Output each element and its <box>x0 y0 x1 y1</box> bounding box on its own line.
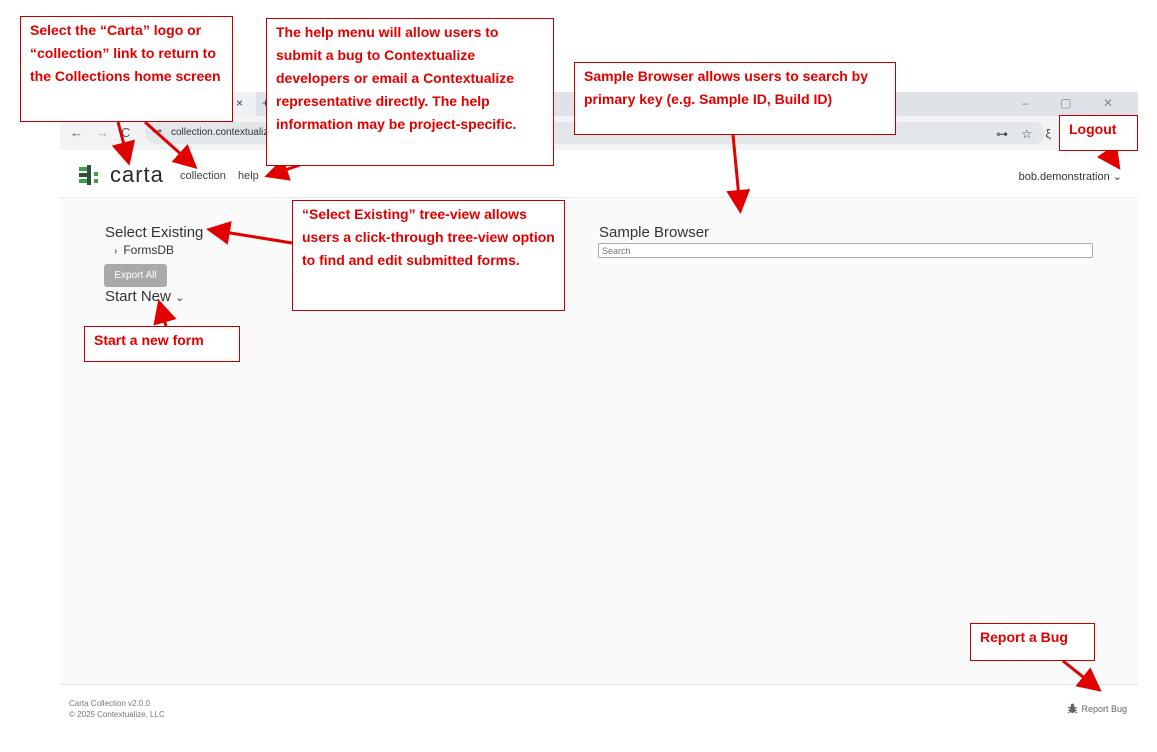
tree-item-label: FormsDB <box>123 243 175 257</box>
export-all-button[interactable]: Export All <box>104 264 167 287</box>
annotation-start-new-note: Start a new form <box>84 326 240 362</box>
url-actions: ⊶ ☆ ξ <box>996 127 1061 141</box>
version-text: Carta Collection v2.0.0 <box>69 699 150 708</box>
annotation-sample-browser-note: Sample Browser allows users to search by… <box>574 62 896 135</box>
start-new-label: Start New <box>105 288 171 305</box>
reload-icon[interactable]: C <box>121 125 130 140</box>
tab-close-icon[interactable]: × <box>236 96 243 110</box>
annotation-report-bug-note: Report a Bug <box>970 623 1095 661</box>
report-bug-label: Report Bug <box>1081 704 1127 714</box>
copyright-text: © 2025 Contextualize, LLC <box>69 710 165 719</box>
annotation-logout-note: Logout <box>1059 115 1138 151</box>
report-bug-link[interactable]: Report Bug <box>1067 703 1127 714</box>
main-content <box>60 199 1138 685</box>
window-controls[interactable]: – ▢ ✕ <box>1022 96 1127 110</box>
bug-icon <box>1068 703 1078 714</box>
extensions-icon[interactable]: ξ <box>1045 127 1050 141</box>
select-existing-title: Select Existing <box>105 224 204 241</box>
forward-icon[interactable]: → <box>96 125 109 140</box>
username-label: bob.demonstration <box>1018 171 1110 183</box>
sample-browser-title: Sample Browser <box>599 224 710 241</box>
user-menu[interactable]: bob.demonstration ⌄ <box>1019 170 1122 183</box>
footer-info: Carta Collection v2.0.0 © 2025 Contextua… <box>69 698 165 720</box>
annotation-help-note: The help menu will allow users to submit… <box>266 18 554 166</box>
chevron-right-icon: › <box>114 246 118 257</box>
site-info-icon[interactable]: ⊶ <box>152 126 162 137</box>
sample-search-input[interactable] <box>598 243 1093 258</box>
nav-help-link[interactable]: help <box>238 170 259 182</box>
back-icon[interactable]: ← <box>70 125 83 140</box>
start-new-dropdown[interactable]: Start New ⌄ <box>105 288 184 305</box>
annotation-logo-note: Select the “Carta” logo or “collection” … <box>20 16 233 122</box>
url-text[interactable]: collection.contextualiz <box>171 127 268 138</box>
tree-item-formsdb[interactable]: › FormsDB <box>114 243 174 257</box>
chevron-down-icon: ⌄ <box>175 292 185 304</box>
bookmark-star-icon[interactable]: ☆ <box>1021 127 1032 141</box>
chevron-down-icon: ⌄ <box>1112 171 1122 183</box>
logo-text[interactable]: carta <box>110 162 164 188</box>
carta-logo-icon[interactable] <box>77 162 103 188</box>
password-key-icon[interactable]: ⊶ <box>996 127 1008 141</box>
annotation-select-existing-note: “Select Existing” tree-view allows users… <box>292 200 565 311</box>
nav-collection-link[interactable]: collection <box>180 170 226 182</box>
